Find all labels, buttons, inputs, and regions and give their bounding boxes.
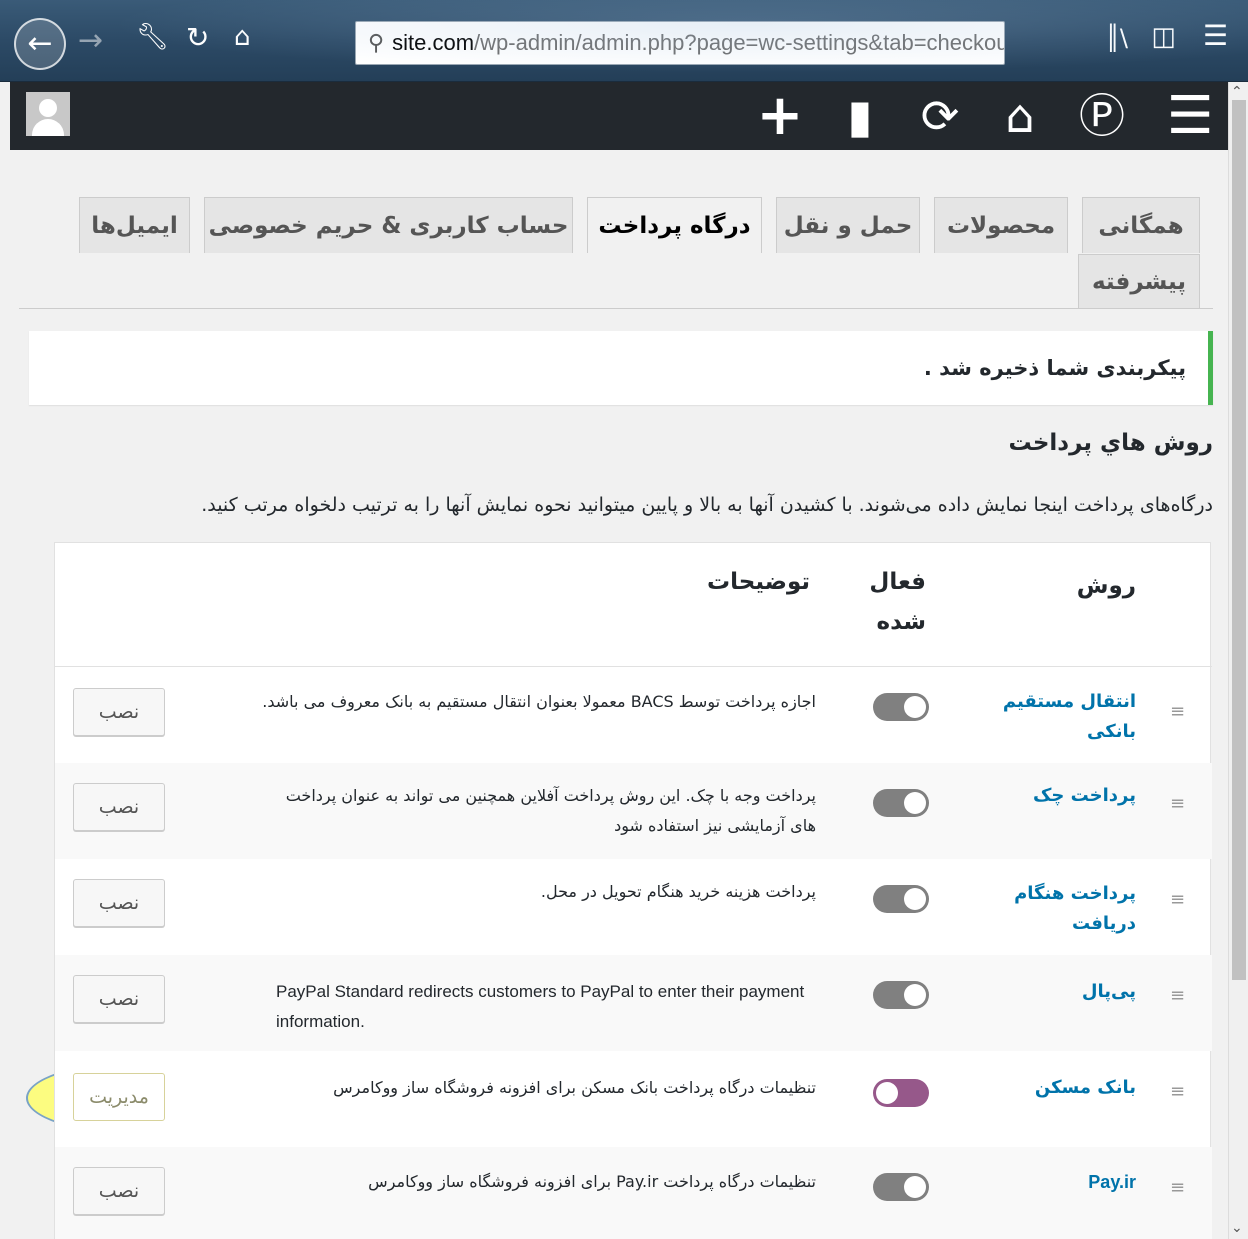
browser-toolbar: ← → 🔧︎ ↻ ⌂ ⚲ site.com/wp-admin/admin.php… — [0, 0, 1248, 82]
forward-icon[interactable]: → — [78, 26, 103, 56]
tab-advanced[interactable]: پیشرفته — [1078, 254, 1200, 308]
manage-button[interactable]: مدیریت — [73, 1073, 165, 1121]
section-description: درگاه‌های پرداخت اینجا نمایش داده می‌شون… — [201, 494, 1213, 516]
url-host: site.com — [392, 30, 475, 55]
tab-checkout[interactable]: درگاه پرداخت — [587, 197, 762, 253]
section-title: روش هاي پرداخت — [1008, 430, 1213, 456]
comment-icon[interactable]: ▮ — [830, 88, 890, 144]
enabled-toggle[interactable] — [873, 885, 929, 913]
header-method: روش — [1076, 573, 1136, 599]
table-row: ≡ پرداخت هنگام دریافت پرداخت هزینه خرید … — [55, 859, 1212, 955]
method-description: تنظیمات درگاه پرداخت Pay.ir برای افزونه … — [368, 1172, 816, 1191]
reader-icon[interactable]: ◫ — [1151, 24, 1176, 50]
wp-admin-bar: + ▮ ⟳ ⌂ Ⓟ ☰ — [10, 82, 1228, 150]
drag-handle-icon[interactable]: ≡ — [1170, 793, 1185, 814]
method-link[interactable]: پرداخت هنگام دریافت — [996, 879, 1136, 939]
plus-icon[interactable]: + — [750, 88, 810, 144]
enabled-toggle[interactable] — [873, 981, 929, 1009]
setup-button[interactable]: نصب — [73, 975, 165, 1023]
method-description: پرداخت هزینه خرید هنگام تحویل در محل. — [540, 882, 816, 901]
drag-handle-icon[interactable]: ≡ — [1170, 889, 1185, 910]
method-description: اجازه پرداخت توسط BACS معمولا بعنوان انت… — [262, 692, 816, 711]
method-link[interactable]: Pay.ir — [996, 1167, 1136, 1197]
url-path: /wp-admin/admin.php?page=wc-settings&tab… — [474, 30, 1005, 55]
success-notice: پیکربندی شما ذخیره شد . — [29, 331, 1213, 405]
method-description: PayPal Standard redirects customers to P… — [276, 982, 805, 1031]
scroll-up-icon[interactable]: ⌃ — [1231, 84, 1243, 100]
drag-handle-icon[interactable]: ≡ — [1170, 1081, 1185, 1102]
menu-icon[interactable]: ☰ — [1203, 22, 1228, 50]
wordpress-icon[interactable]: Ⓟ — [1072, 88, 1132, 144]
payment-methods-table: روش فعال شده توضیحات ≡ انتقال مستقیم بان… — [54, 542, 1212, 1239]
url-bar[interactable]: ⚲ site.com/wp-admin/admin.php?page=wc-se… — [355, 21, 1005, 65]
scrollbar-thumb[interactable] — [1232, 100, 1246, 980]
enabled-toggle[interactable] — [873, 1079, 929, 1107]
setup-button[interactable]: نصب — [73, 1167, 165, 1215]
method-description: پرداخت وجه با چک. این روش پرداخت آفلاین … — [285, 786, 816, 835]
avatar[interactable] — [26, 92, 70, 136]
table-row: ≡ پی‌پال PayPal Standard redirects custo… — [55, 955, 1212, 1051]
drag-handle-icon[interactable]: ≡ — [1170, 985, 1185, 1006]
tab-accounts-privacy[interactable]: حساب کاربری & حریم خصوصی — [204, 197, 573, 253]
tab-divider — [19, 308, 1213, 309]
search-icon: ⚲ — [368, 30, 385, 56]
setup-button[interactable]: نصب — [73, 783, 165, 831]
scroll-down-icon[interactable]: ⌄ — [1231, 1220, 1243, 1236]
notice-text: پیکربندی شما ذخیره شد . — [923, 356, 1186, 380]
tab-shipping[interactable]: حمل و نقل — [776, 197, 920, 253]
back-icon[interactable]: ← — [14, 18, 66, 70]
setup-button[interactable]: نصب — [73, 688, 165, 736]
home-icon[interactable]: ⌂ — [990, 88, 1050, 144]
updates-icon[interactable]: ⟳ — [910, 88, 970, 144]
table-row: ≡ پرداخت چک پرداخت وجه با چک. این روش پر… — [55, 763, 1212, 859]
menu-icon[interactable]: ☰ — [1160, 88, 1220, 144]
enabled-toggle[interactable] — [873, 1173, 929, 1201]
header-enabled-line2: شده — [876, 609, 926, 635]
tab-general[interactable]: همگانی — [1082, 197, 1200, 253]
table-row: ≡ بانک مسکن تنظیمات درگاه پرداخت بانک مس… — [55, 1051, 1212, 1147]
method-link[interactable]: بانک مسکن — [996, 1073, 1136, 1103]
enabled-toggle[interactable] — [873, 693, 929, 721]
library-icon[interactable]: ║\ — [1105, 26, 1128, 50]
header-description: توضیحات — [707, 569, 810, 595]
table-row: ≡ Pay.ir تنظیمات درگاه پرداخت Pay.ir برا… — [55, 1147, 1212, 1239]
enabled-toggle[interactable] — [873, 789, 929, 817]
method-link[interactable]: پرداخت چک — [996, 781, 1136, 811]
tab-emails[interactable]: ایمیل‌ها — [79, 197, 190, 253]
reload-icon[interactable]: ↻ — [186, 24, 209, 52]
home-icon[interactable]: ⌂ — [234, 24, 251, 50]
table-row: ≡ انتقال مستقیم بانکی اجازه پرداخت توسط … — [55, 667, 1212, 763]
method-description: تنظیمات درگاه پرداخت بانک مسکن برای افزو… — [333, 1078, 816, 1097]
method-link[interactable]: پی‌پال — [996, 977, 1136, 1007]
tab-products[interactable]: محصولات — [934, 197, 1068, 253]
drag-handle-icon[interactable]: ≡ — [1170, 701, 1185, 722]
setup-button[interactable]: نصب — [73, 879, 165, 927]
wrench-icon[interactable]: 🔧︎ — [136, 24, 169, 50]
header-enabled-line1: فعال — [869, 569, 926, 595]
method-link[interactable]: انتقال مستقیم بانکی — [996, 687, 1136, 747]
drag-handle-icon[interactable]: ≡ — [1170, 1177, 1185, 1198]
